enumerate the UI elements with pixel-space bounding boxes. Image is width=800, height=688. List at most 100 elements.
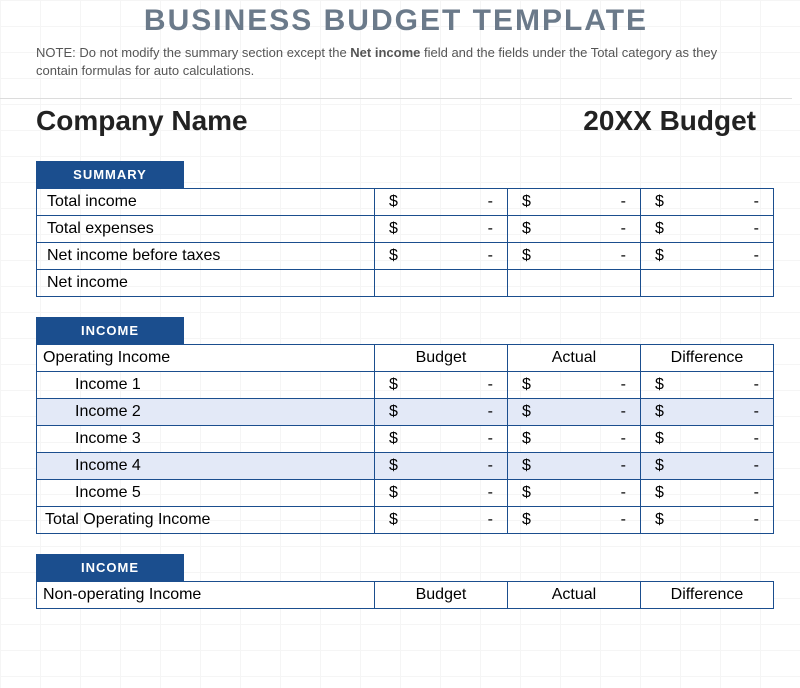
- table-row: Total expenses $- $- $-: [37, 216, 774, 243]
- income-actual-cell[interactable]: $-: [507, 453, 640, 480]
- col-actual: Actual: [507, 582, 640, 609]
- cell-value: -: [754, 430, 759, 448]
- cell-value: -: [754, 511, 759, 529]
- income-tab-2: INCOME: [36, 554, 184, 581]
- income-tab: INCOME: [36, 317, 184, 344]
- summary-actual-cell[interactable]: [507, 270, 640, 297]
- summary-label: Total income: [37, 189, 375, 216]
- total-budget-cell[interactable]: $-: [374, 507, 507, 534]
- currency-symbol: $: [389, 247, 398, 265]
- income-diff-cell[interactable]: $-: [640, 480, 773, 507]
- nonoperating-income-heading: Non-operating Income: [37, 582, 375, 609]
- table-row: Net income: [37, 270, 774, 297]
- operating-income-table: Operating Income Budget Actual Differenc…: [36, 344, 774, 534]
- col-diff: Difference: [640, 582, 773, 609]
- income-row-label[interactable]: Income 5: [37, 480, 375, 507]
- income-actual-cell[interactable]: $-: [507, 480, 640, 507]
- note-bold: Net income: [350, 45, 420, 60]
- table-header-row: Non-operating Income Budget Actual Diffe…: [37, 582, 774, 609]
- summary-diff-cell[interactable]: $-: [640, 189, 773, 216]
- cell-value: -: [754, 457, 759, 475]
- cell-value: -: [754, 376, 759, 394]
- currency-symbol: $: [655, 430, 664, 448]
- income-actual-cell[interactable]: $-: [507, 372, 640, 399]
- currency-symbol: $: [389, 376, 398, 394]
- cell-value: -: [621, 247, 626, 265]
- income-actual-cell[interactable]: $-: [507, 399, 640, 426]
- page-title: BUSINESS BUDGET TEMPLATE: [0, 0, 792, 40]
- currency-symbol: $: [655, 376, 664, 394]
- currency-symbol: $: [389, 511, 398, 529]
- income-budget-cell[interactable]: $-: [374, 399, 507, 426]
- summary-actual-cell[interactable]: $-: [507, 216, 640, 243]
- income-budget-cell[interactable]: $-: [374, 480, 507, 507]
- currency-symbol: $: [655, 247, 664, 265]
- currency-symbol: $: [389, 403, 398, 421]
- currency-symbol: $: [522, 484, 531, 502]
- income-row-label[interactable]: Income 3: [37, 426, 375, 453]
- cell-value: -: [621, 193, 626, 211]
- table-row: Income 2 $- $- $-: [37, 399, 774, 426]
- cell-value: -: [488, 376, 493, 394]
- table-row: Income 5 $- $- $-: [37, 480, 774, 507]
- cell-value: -: [621, 220, 626, 238]
- currency-symbol: $: [655, 403, 664, 421]
- currency-symbol: $: [522, 511, 531, 529]
- income-diff-cell[interactable]: $-: [640, 426, 773, 453]
- summary-budget-cell[interactable]: [374, 270, 507, 297]
- currency-symbol: $: [522, 403, 531, 421]
- currency-symbol: $: [522, 247, 531, 265]
- summary-actual-cell[interactable]: $-: [507, 243, 640, 270]
- income-row-label[interactable]: Income 1: [37, 372, 375, 399]
- summary-diff-cell[interactable]: [640, 270, 773, 297]
- table-header-row: Operating Income Budget Actual Differenc…: [37, 345, 774, 372]
- note-prefix: NOTE: Do not modify the summary section …: [36, 45, 350, 60]
- summary-actual-cell[interactable]: $-: [507, 189, 640, 216]
- table-row: Income 4 $- $- $-: [37, 453, 774, 480]
- nonoperating-income-table: Non-operating Income Budget Actual Diffe…: [36, 581, 774, 609]
- summary-diff-cell[interactable]: $-: [640, 243, 773, 270]
- currency-symbol: $: [389, 220, 398, 238]
- summary-budget-cell[interactable]: $-: [374, 189, 507, 216]
- cell-value: -: [488, 457, 493, 475]
- currency-symbol: $: [655, 457, 664, 475]
- company-name[interactable]: Company Name: [36, 105, 248, 137]
- summary-diff-cell[interactable]: $-: [640, 216, 773, 243]
- summary-budget-cell[interactable]: $-: [374, 243, 507, 270]
- cell-value: -: [488, 193, 493, 211]
- cell-value: -: [754, 220, 759, 238]
- income-actual-cell[interactable]: $-: [507, 426, 640, 453]
- summary-budget-cell[interactable]: $-: [374, 216, 507, 243]
- income-budget-cell[interactable]: $-: [374, 372, 507, 399]
- col-diff: Difference: [640, 345, 773, 372]
- summary-table: Total income $- $- $- Total expenses $- …: [36, 188, 774, 297]
- income-diff-cell[interactable]: $-: [640, 372, 773, 399]
- budget-year[interactable]: 20XX Budget: [583, 105, 756, 137]
- income-row-label[interactable]: Income 2: [37, 399, 375, 426]
- col-actual: Actual: [507, 345, 640, 372]
- income-row-label[interactable]: Income 4: [37, 453, 375, 480]
- summary-label: Net income: [37, 270, 375, 297]
- total-operating-label: Total Operating Income: [37, 507, 375, 534]
- col-budget: Budget: [374, 345, 507, 372]
- income-diff-cell[interactable]: $-: [640, 453, 773, 480]
- cell-value: -: [488, 403, 493, 421]
- currency-symbol: $: [522, 220, 531, 238]
- income-budget-cell[interactable]: $-: [374, 426, 507, 453]
- summary-label: Total expenses: [37, 216, 375, 243]
- table-row: Total income $- $- $-: [37, 189, 774, 216]
- total-actual-cell[interactable]: $-: [507, 507, 640, 534]
- income-diff-cell[interactable]: $-: [640, 399, 773, 426]
- cell-value: -: [621, 457, 626, 475]
- currency-symbol: $: [389, 484, 398, 502]
- income-budget-cell[interactable]: $-: [374, 453, 507, 480]
- currency-symbol: $: [389, 457, 398, 475]
- header-row: Company Name 20XX Budget: [0, 98, 792, 155]
- currency-symbol: $: [655, 484, 664, 502]
- total-diff-cell[interactable]: $-: [640, 507, 773, 534]
- cell-value: -: [621, 403, 626, 421]
- currency-symbol: $: [522, 193, 531, 211]
- table-row: Income 1 $- $- $-: [37, 372, 774, 399]
- currency-symbol: $: [522, 430, 531, 448]
- operating-income-heading: Operating Income: [37, 345, 375, 372]
